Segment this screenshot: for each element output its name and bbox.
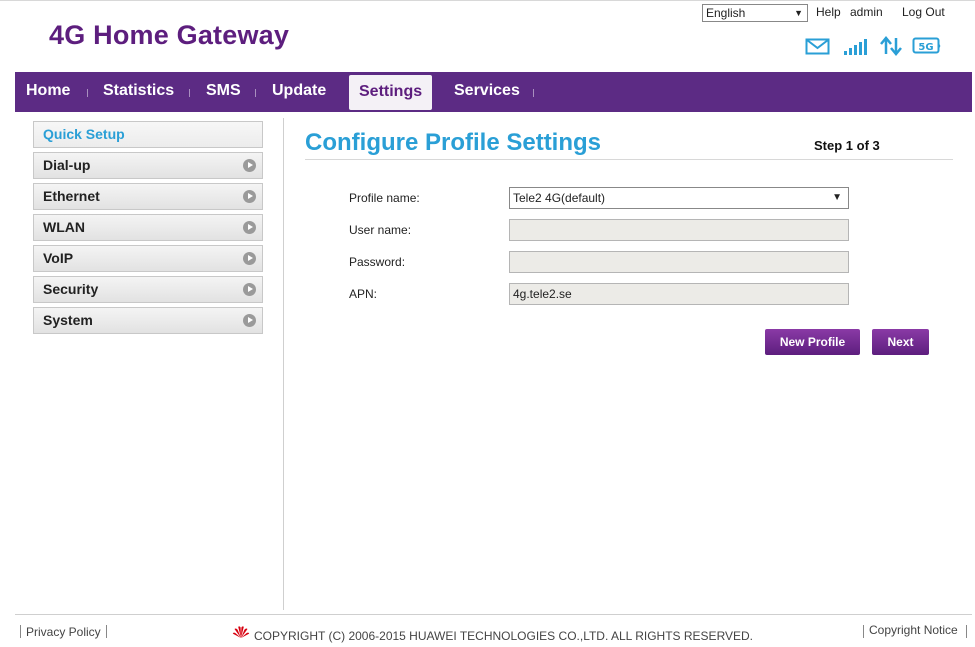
footer-separator bbox=[966, 625, 967, 638]
chevron-right-icon bbox=[243, 159, 256, 172]
user-name-input[interactable] bbox=[509, 219, 849, 241]
svg-text:5G: 5G bbox=[918, 42, 933, 53]
sidebar-item-dial-up[interactable]: Dial-up bbox=[33, 152, 263, 179]
nav-settings[interactable]: Settings bbox=[349, 75, 433, 110]
user-name: admin bbox=[850, 5, 883, 19]
nav-separator bbox=[87, 89, 88, 97]
privacy-policy-link[interactable]: Privacy Policy bbox=[26, 625, 101, 639]
data-transfer-icon bbox=[880, 36, 902, 56]
nav-home[interactable]: Home bbox=[26, 72, 70, 112]
profile-name-label: Profile name: bbox=[349, 191, 420, 205]
chevron-down-icon: ▼ bbox=[832, 192, 842, 203]
content-divider bbox=[283, 118, 284, 610]
profile-name-select[interactable]: Tele2 4G(default) ▼ bbox=[509, 187, 849, 209]
header: 4G Home Gateway English ▼ Help admin Log… bbox=[0, 0, 975, 72]
footer-divider bbox=[15, 614, 972, 615]
copyright-notice-link[interactable]: Copyright Notice bbox=[869, 623, 958, 637]
new-profile-button[interactable]: New Profile bbox=[765, 329, 860, 355]
sidebar-item-label: Security bbox=[43, 281, 99, 297]
apn-label: APN: bbox=[349, 287, 378, 301]
profile-name-value: Tele2 4G(default) bbox=[513, 191, 606, 205]
5g-icon: 5G bbox=[912, 37, 941, 54]
language-select[interactable]: English ▼ bbox=[702, 4, 808, 22]
sidebar-item-wlan[interactable]: WLAN bbox=[33, 214, 263, 241]
gateway-title: 4G Home Gateway bbox=[49, 20, 290, 50]
next-button[interactable]: Next bbox=[872, 329, 929, 355]
title-underline bbox=[305, 159, 953, 160]
sidebar-item-label: VoIP bbox=[43, 250, 74, 266]
nav-services[interactable]: Services bbox=[454, 72, 520, 112]
apn-input[interactable] bbox=[509, 283, 849, 305]
sidebar-item-voip[interactable]: VoIP bbox=[33, 245, 263, 272]
copyright-text: COPYRIGHT (C) 2006-2015 HUAWEI TECHNOLOG… bbox=[254, 629, 754, 643]
nav-statistics[interactable]: Statistics bbox=[103, 72, 174, 112]
top-border bbox=[0, 0, 975, 1]
chevron-right-icon bbox=[243, 190, 256, 203]
password-input[interactable] bbox=[509, 251, 849, 273]
chevron-down-icon: ▼ bbox=[794, 8, 803, 18]
language-value: English bbox=[706, 6, 746, 20]
sidebar-item-ethernet[interactable]: Ethernet bbox=[33, 183, 263, 210]
footer-separator bbox=[20, 625, 21, 638]
nav-separator bbox=[189, 89, 190, 97]
sidebar-item-security[interactable]: Security bbox=[33, 276, 263, 303]
footer-separator bbox=[106, 625, 107, 638]
page-title: Configure Profile Settings bbox=[305, 129, 602, 156]
user-name-label: User name: bbox=[349, 223, 412, 237]
huawei-logo-icon bbox=[232, 626, 250, 638]
sidebar-item-system[interactable]: System bbox=[33, 307, 263, 334]
chevron-right-icon bbox=[243, 283, 256, 296]
sidebar-item-label: System bbox=[43, 312, 93, 328]
chevron-right-icon bbox=[243, 314, 256, 327]
sidebar-item-label: WLAN bbox=[43, 219, 85, 235]
nav-separator bbox=[255, 89, 256, 97]
help-link[interactable]: Help bbox=[816, 5, 841, 19]
footer-separator bbox=[863, 625, 864, 638]
signal-icon bbox=[844, 39, 867, 55]
sidebar-item-quick-setup[interactable]: Quick Setup bbox=[33, 121, 263, 148]
chevron-right-icon bbox=[243, 252, 256, 265]
logout-link[interactable]: Log Out bbox=[902, 5, 945, 19]
password-label: Password: bbox=[349, 255, 406, 269]
sidebar-item-label: Quick Setup bbox=[43, 126, 125, 142]
step-indicator: Step 1 of 3 bbox=[814, 138, 880, 153]
chevron-right-icon bbox=[243, 221, 256, 234]
nav-update[interactable]: Update bbox=[272, 72, 326, 112]
sidebar-item-label: Dial-up bbox=[43, 157, 91, 173]
sidebar-item-label: Ethernet bbox=[43, 188, 100, 204]
nav-sms[interactable]: SMS bbox=[206, 72, 241, 112]
mail-icon[interactable] bbox=[805, 36, 831, 56]
main-nav: Home Statistics SMS Update Settings Serv… bbox=[15, 72, 972, 112]
nav-separator bbox=[533, 89, 534, 97]
